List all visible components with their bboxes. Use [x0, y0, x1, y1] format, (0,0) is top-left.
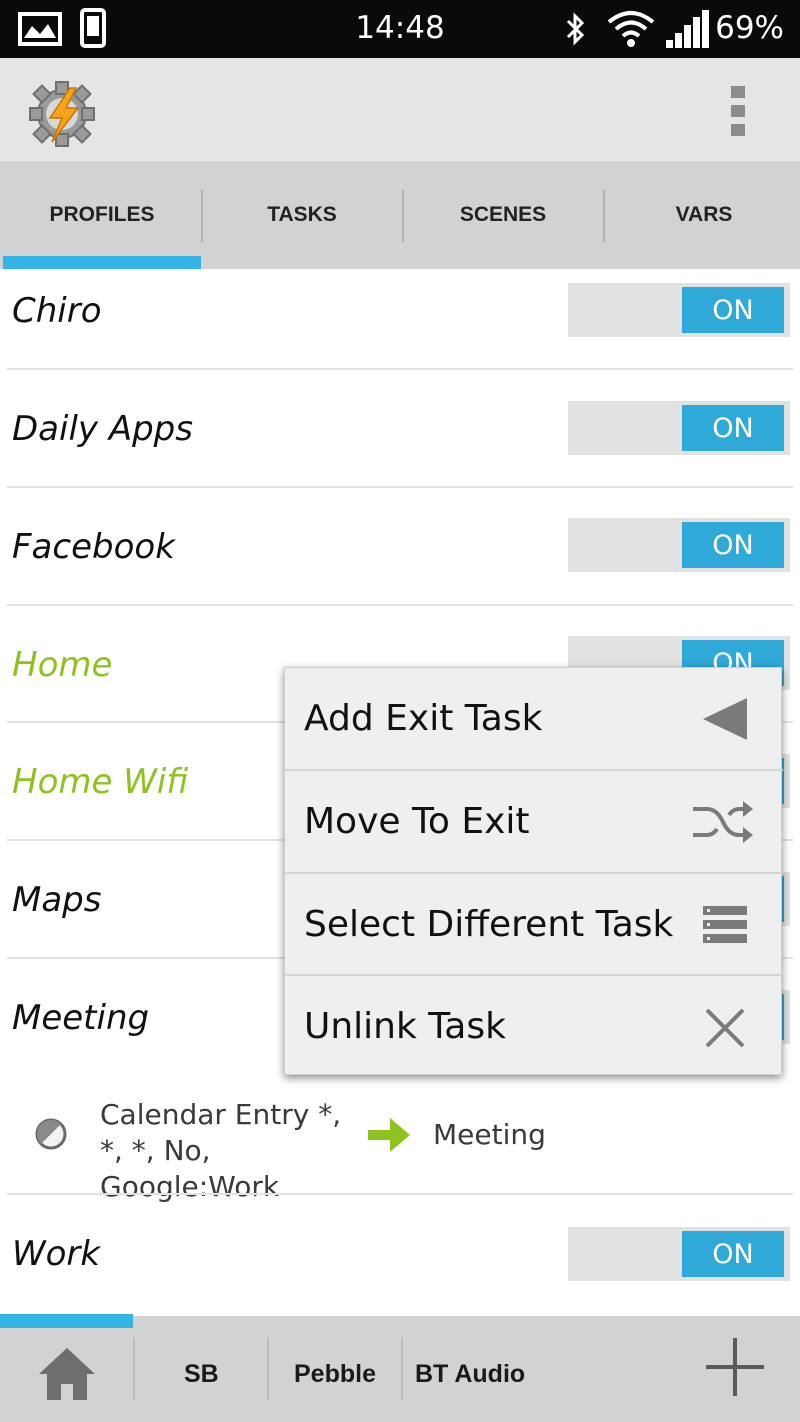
task-context-menu: Add Exit Task Move To Exit Select Differ… — [284, 667, 783, 1078]
action-bar — [0, 58, 800, 161]
profile-toggle[interactable]: ON — [568, 1227, 790, 1281]
overflow-menu-icon[interactable] — [728, 86, 748, 136]
menu-item-label: Move To Exit — [304, 801, 530, 842]
project-divider — [267, 1338, 269, 1400]
profile-name: Daily Apps — [12, 409, 193, 449]
triangle-left-icon — [703, 698, 747, 740]
menu-item-label: Select Different Task — [304, 904, 674, 945]
status-bar: 14:48 69% — [0, 0, 800, 58]
tab-bar: PROFILES TASKS SCENES VARS — [0, 161, 800, 269]
toggle-state: ON — [682, 1231, 784, 1277]
menu-item-add-exit-task[interactable]: Add Exit Task — [285, 668, 783, 770]
menu-item-select-different-task[interactable]: Select Different Task — [285, 874, 783, 976]
profile-name: Home — [12, 645, 113, 685]
project-tab-bt-audio[interactable]: BT Audio — [415, 1360, 525, 1389]
toggle-state: ON — [682, 522, 784, 568]
project-tab-pebble[interactable]: Pebble — [294, 1360, 376, 1389]
arrow-right-icon — [368, 1118, 410, 1152]
row-divider — [7, 486, 793, 488]
profile-row-daily-apps[interactable]: Daily Apps ON — [0, 388, 800, 506]
wifi-icon — [607, 11, 655, 47]
battery-level: 69% — [715, 10, 784, 46]
row-divider — [7, 368, 793, 370]
menu-item-move-to-exit[interactable]: Move To Exit — [285, 771, 783, 873]
list-icon — [703, 906, 747, 943]
profile-name: Work — [12, 1234, 101, 1274]
profile-row-facebook[interactable]: Facebook ON — [0, 506, 800, 624]
tab-scenes[interactable]: SCENES — [403, 161, 603, 269]
linked-task-name[interactable]: Meeting — [433, 1118, 546, 1151]
bluetooth-icon — [566, 12, 585, 46]
profile-name: Meeting — [12, 998, 150, 1038]
selected-project-indicator — [0, 1314, 133, 1328]
profile-name: Maps — [12, 880, 102, 920]
profile-name: Chiro — [12, 291, 102, 331]
tasker-logo-icon[interactable] — [26, 78, 98, 150]
selected-tab-indicator — [3, 256, 201, 269]
shuffle-icon — [693, 801, 753, 843]
menu-item-unlink-task[interactable]: Unlink Task — [285, 976, 783, 1078]
row-divider — [7, 604, 793, 606]
menu-item-label: Add Exit Task — [304, 698, 543, 739]
profile-toggle[interactable]: ON — [568, 401, 790, 455]
signal-icon — [666, 10, 709, 48]
profile-row-chiro[interactable]: Chiro ON — [0, 270, 800, 388]
project-bar — [0, 1316, 800, 1422]
project-divider — [401, 1338, 403, 1400]
project-tab-sb[interactable]: SB — [184, 1360, 219, 1389]
close-icon — [705, 1008, 745, 1048]
profile-name: Home Wifi — [12, 762, 189, 802]
menu-item-label: Unlink Task — [304, 1006, 506, 1047]
toggle-state: ON — [682, 405, 784, 451]
plus-icon[interactable] — [704, 1336, 766, 1398]
profile-toggle[interactable]: ON — [568, 283, 790, 337]
profile-name: Facebook — [12, 527, 175, 567]
home-icon[interactable] — [37, 1346, 97, 1402]
context-description[interactable]: Calendar Entry *, *, *, No, Google:Work — [100, 1097, 370, 1205]
profile-toggle[interactable]: ON — [568, 518, 790, 572]
tab-profiles[interactable]: PROFILES — [2, 161, 202, 269]
tab-vars[interactable]: VARS — [604, 161, 800, 269]
toggle-state: ON — [682, 287, 784, 333]
calendar-context-icon[interactable] — [34, 1117, 68, 1151]
project-divider — [133, 1338, 135, 1400]
tab-tasks[interactable]: TASKS — [202, 161, 402, 269]
row-divider — [7, 1193, 793, 1195]
